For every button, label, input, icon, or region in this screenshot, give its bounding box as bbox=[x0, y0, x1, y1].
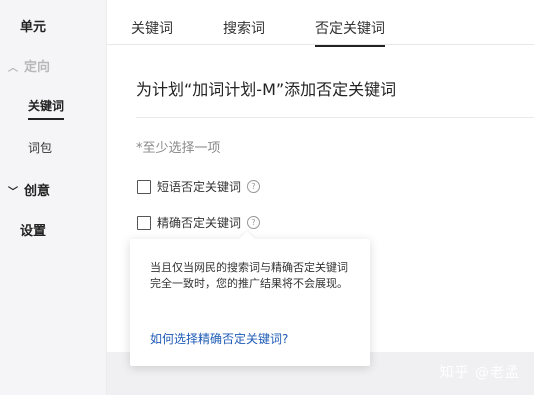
option-exact-negative[interactable]: 精确否定关键词 ? bbox=[137, 214, 261, 231]
sidebar-item-label: 创意 bbox=[24, 184, 51, 199]
required-hint: *至少选择一项 bbox=[136, 141, 221, 156]
sidebar-item-settings[interactable]: 设置 bbox=[20, 220, 46, 239]
option-phrase-negative[interactable]: 短语否定关键词 ? bbox=[137, 178, 261, 195]
tab-keywords[interactable]: 关键词 bbox=[131, 18, 173, 38]
help-popover: 当且仅当网民的搜索词与精确否定关键词完全一致时，您的推广结果将不会展现。 如何选… bbox=[130, 230, 370, 366]
popover-text: 当且仅当网民的搜索词与精确否定关键词完全一致时，您的推广结果将不会展现。 bbox=[150, 261, 348, 290]
help-icon[interactable]: ? bbox=[247, 180, 261, 193]
option-label: 短语否定关键词 bbox=[157, 180, 242, 194]
sidebar-item-unit[interactable]: 单元 bbox=[20, 16, 46, 35]
sidebar-item-creative[interactable]: ﹀ 创意 bbox=[8, 180, 50, 199]
sidebar-item-label: 定向 bbox=[24, 60, 51, 75]
tab-search-terms[interactable]: 搜索词 bbox=[223, 18, 265, 38]
sidebar-item-targeting[interactable]: ︿ 定向 bbox=[8, 56, 50, 75]
option-label: 精确否定关键词 bbox=[157, 216, 242, 230]
popover-arrow bbox=[239, 230, 255, 246]
help-icon[interactable]: ? bbox=[247, 216, 261, 229]
sidebar-item-keywords[interactable]: 关键词 bbox=[28, 97, 65, 120]
chevron-up-icon: ︿ bbox=[8, 63, 18, 74]
phrase-negative-checkbox[interactable] bbox=[137, 179, 151, 194]
tab-bar: 关键词 搜索词 否定关键词 bbox=[107, 0, 534, 47]
watermark: 知乎 @老孟 bbox=[439, 365, 520, 381]
exact-negative-checkbox[interactable] bbox=[137, 215, 151, 230]
popover-help-link[interactable]: 如何选择精确否定关键词? bbox=[150, 330, 288, 347]
chevron-down-icon: ﹀ bbox=[8, 187, 18, 198]
divider bbox=[136, 117, 534, 118]
sidebar: 单元 ︿ 定向 关键词 词包 ﹀ 创意 设置 bbox=[0, 0, 107, 395]
tab-negative-keywords[interactable]: 否定关键词 bbox=[315, 18, 385, 47]
sidebar-item-word-pack[interactable]: 词包 bbox=[28, 139, 52, 156]
page-title: 为计划“加词计划-M”添加否定关键词 bbox=[136, 80, 397, 99]
